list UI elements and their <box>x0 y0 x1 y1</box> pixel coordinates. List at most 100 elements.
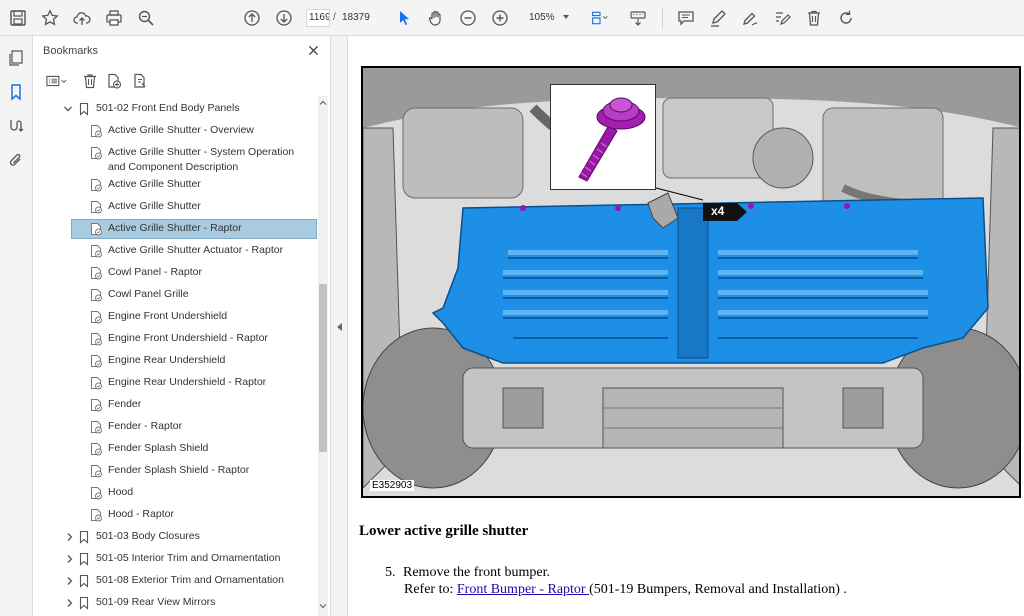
bookmark-item[interactable]: Active Grille Shutter Actuator - Raptor <box>89 243 314 259</box>
chevron-right-icon[interactable] <box>65 554 75 564</box>
zoom-out-icon[interactable] <box>456 6 480 30</box>
zoom-level-value: 105% <box>529 12 555 23</box>
attachment-icon[interactable] <box>4 148 28 172</box>
bookmark-label: Fender <box>108 398 142 410</box>
bookmark-item[interactable]: Active Grille Shutter - Raptor <box>89 221 314 237</box>
navigation-rail <box>0 36 33 616</box>
bookmark-item[interactable]: Engine Front Undershield <box>89 309 314 325</box>
add-bookmark-icon[interactable] <box>103 70 125 92</box>
bookmark-page-icon <box>91 333 102 346</box>
bookmarks-scrollbar[interactable] <box>318 96 328 616</box>
bookmark-item[interactable]: Fender Splash Shield <box>89 441 314 457</box>
bookmark-item[interactable]: Cowl Panel Grille <box>89 287 314 303</box>
delete-icon[interactable] <box>802 6 826 30</box>
hand-tool-icon[interactable] <box>424 6 448 30</box>
bookmark-icon <box>79 596 89 610</box>
delete-bookmark-icon[interactable] <box>79 70 101 92</box>
bookmark-label: Active Grille Shutter - System Operation… <box>108 145 294 175</box>
bookmark-label: Engine Rear Undershield - Raptor <box>108 376 267 388</box>
bookmark-label: Fender Splash Shield - Raptor <box>108 464 250 476</box>
save-icon[interactable] <box>6 6 30 30</box>
bookmark-section[interactable]: 501-08 Exterior Trim and Ornamentation <box>63 573 318 589</box>
zoom-level-select[interactable]: 105% <box>523 9 573 27</box>
next-page-icon[interactable] <box>272 6 296 30</box>
fit-page-icon[interactable] <box>588 6 612 30</box>
scroll-up-icon[interactable] <box>319 99 327 107</box>
refer-prefix: Refer to: <box>404 582 457 597</box>
chevron-right-icon[interactable] <box>65 598 75 608</box>
panel-splitter[interactable] <box>331 36 348 616</box>
zoom-search-icon[interactable] <box>134 6 158 30</box>
chevron-right-icon[interactable] <box>65 576 75 586</box>
bookmark-label: Fender - Raptor <box>108 420 183 432</box>
select-pointer-icon[interactable] <box>392 6 416 30</box>
bookmark-icon <box>79 574 89 588</box>
options-menu-icon[interactable] <box>43 70 71 92</box>
bookmark-item[interactable]: Engine Front Undershield - Raptor <box>89 331 314 347</box>
bookmark-page-icon <box>91 125 102 138</box>
bookmark-label: 501-05 Interior Trim and Ornamentation <box>96 552 281 564</box>
bookmark-item[interactable]: Active Grille Shutter - System Operation… <box>89 145 314 177</box>
comment-icon[interactable] <box>674 6 698 30</box>
bookmark-item[interactable]: Hood <box>89 485 314 501</box>
callout-label: x4 <box>711 204 725 218</box>
edit-text-icon[interactable] <box>770 6 794 30</box>
bookmark-icon <box>79 102 89 116</box>
keyboard-scroll-icon[interactable] <box>626 6 650 30</box>
bookmark-label: 501-08 Exterior Trim and Ornamentation <box>96 574 284 586</box>
chevron-down-icon[interactable] <box>63 104 73 114</box>
section-heading: Lower active grille shutter <box>359 523 529 539</box>
pages-thumbnail-icon[interactable] <box>4 46 28 70</box>
bookmark-page-icon <box>91 399 102 412</box>
rotate-icon[interactable] <box>834 6 858 30</box>
print-icon[interactable] <box>102 6 126 30</box>
bookmark-label: Active Grille Shutter Actuator - Raptor <box>108 244 284 256</box>
bookmark-page-icon <box>91 465 102 478</box>
bookmark-item[interactable]: Hood - Raptor <box>89 507 314 523</box>
bookmark-item[interactable]: Active Grille Shutter <box>89 177 314 193</box>
main-toolbar: 1169 / 18379 105% <box>0 0 1024 36</box>
bookmark-page-icon <box>91 179 102 192</box>
bookmark-item[interactable]: Active Grille Shutter - Overview <box>89 123 314 139</box>
bookmark-item[interactable]: Cowl Panel - Raptor <box>89 265 314 281</box>
bookmark-page-icon <box>91 223 102 236</box>
step-item: 5. Remove the front bumper. <box>385 563 550 582</box>
previous-page-icon[interactable] <box>240 6 264 30</box>
bookmark-label: Active Grille Shutter <box>108 200 201 212</box>
bookmark-item[interactable]: Engine Rear Undershield <box>89 353 314 369</box>
star-icon[interactable] <box>38 6 62 30</box>
bookmark-label: Active Grille Shutter <box>108 178 201 190</box>
bookmark-page-icon <box>91 377 102 390</box>
draw-icon[interactable] <box>738 6 762 30</box>
structure-icon[interactable] <box>4 114 28 138</box>
bookmark-item[interactable]: Fender <box>89 397 314 413</box>
cloud-upload-icon[interactable] <box>70 6 94 30</box>
front-bumper-link[interactable]: Front Bumper - Raptor <box>457 582 589 597</box>
highlight-pen-icon[interactable] <box>706 6 730 30</box>
page-total: 18379 <box>342 12 370 23</box>
bookmark-label: Cowl Panel - Raptor <box>108 266 202 278</box>
page-number-input[interactable]: 1169 <box>306 9 330 27</box>
scroll-thumb[interactable] <box>319 284 327 452</box>
bookmark-label: 501-09 Rear View Mirrors <box>96 596 216 608</box>
scroll-down-icon[interactable] <box>319 602 327 610</box>
bookmark-item[interactable]: Fender Splash Shield - Raptor <box>89 463 314 479</box>
bookmark-label: Engine Front Undershield <box>108 310 228 322</box>
bookmark-item[interactable]: Fender - Raptor <box>89 419 314 435</box>
bookmark-parent[interactable]: 501-02 Front End Body Panels <box>63 101 313 117</box>
chevron-right-icon[interactable] <box>65 532 75 542</box>
collapse-arrow-icon[interactable] <box>337 323 342 331</box>
bookmark-item[interactable]: Engine Rear Undershield - Raptor <box>89 375 314 391</box>
find-bookmark-icon[interactable] <box>129 70 151 92</box>
bookmark-section[interactable]: 501-03 Body Closures <box>63 529 318 545</box>
bookmark-page-icon <box>91 147 102 160</box>
close-icon[interactable] <box>305 42 321 58</box>
bolt-detail-inset <box>550 84 656 190</box>
zoom-in-icon[interactable] <box>488 6 512 30</box>
bookmark-item[interactable]: Active Grille Shutter <box>89 199 314 215</box>
bookmark-page-icon <box>91 355 102 368</box>
bookmark-section[interactable]: 501-09 Rear View Mirrors <box>63 595 318 611</box>
bookmark-label: Active Grille Shutter - Overview <box>108 124 254 136</box>
bookmark-section[interactable]: 501-05 Interior Trim and Ornamentation <box>63 551 318 567</box>
bookmark-panel-icon[interactable] <box>4 80 28 104</box>
